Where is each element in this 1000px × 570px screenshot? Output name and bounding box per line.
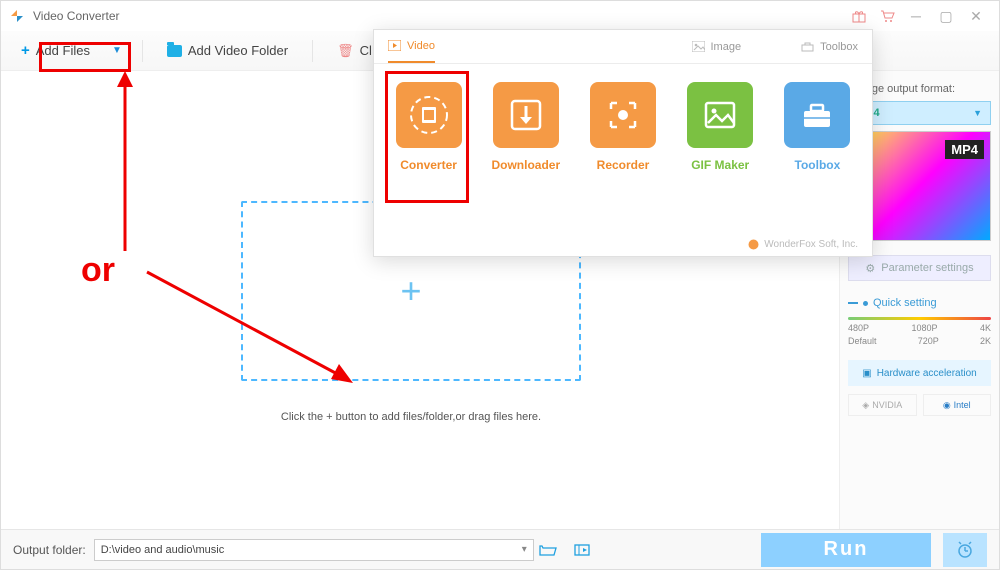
run-button[interactable]: Run: [761, 533, 931, 567]
tab-video[interactable]: Video: [388, 30, 435, 63]
wonderfox-icon: [748, 239, 759, 250]
annotation-or-text: or: [81, 251, 115, 290]
dropzone-plus-icon: +: [400, 270, 421, 312]
add-folder-button[interactable]: Add Video Folder: [159, 38, 296, 63]
nvidia-icon: ◈: [862, 400, 869, 411]
format-tag: MP4: [945, 140, 984, 159]
parameter-settings-label: Parameter settings: [881, 262, 973, 274]
annotation-highlight-add-files: [39, 42, 131, 72]
app-title: Video Converter: [33, 9, 120, 23]
tile-recorder[interactable]: Recorder: [586, 82, 659, 172]
parameter-settings-button[interactable]: ⚙ Parameter settings: [848, 255, 991, 281]
open-folder-button[interactable]: [535, 539, 561, 561]
hardware-accel-button[interactable]: ▣ Hardware acceleration: [848, 360, 991, 386]
merge-button[interactable]: [569, 539, 595, 561]
minimize-button[interactable]: ─: [901, 4, 931, 28]
annotation-highlight-converter: [385, 71, 469, 203]
toolbox-icon: [797, 95, 837, 135]
tab-image[interactable]: Image: [692, 30, 742, 63]
quality-labels-bottom: Default720P2K: [848, 336, 991, 346]
download-icon: [506, 95, 546, 135]
maximize-button[interactable]: ▢: [931, 4, 961, 28]
trash-icon: 🗑: [337, 43, 354, 59]
quality-slider[interactable]: [848, 317, 991, 320]
dropzone-hint: Click the + button to add files/folder,o…: [241, 411, 581, 423]
sliders-icon: ⚙: [865, 262, 875, 275]
output-folder-label: Output folder:: [13, 543, 86, 557]
tile-toolbox[interactable]: Toolbox: [781, 82, 854, 172]
tab-toolbox[interactable]: Toolbox: [801, 30, 858, 63]
vendor-nvidia: ◈NVIDIA: [848, 394, 917, 416]
vendor-row: ◈NVIDIA ◉Intel: [848, 394, 991, 416]
output-folder-input[interactable]: [94, 539, 534, 561]
cart-icon[interactable]: [873, 5, 901, 27]
quick-setting-label: Quick setting: [873, 297, 937, 309]
vendor-intel: ◉Intel: [923, 394, 992, 416]
schedule-button[interactable]: [943, 533, 987, 567]
add-folder-label: Add Video Folder: [188, 43, 288, 58]
tile-gif-maker[interactable]: GIF Maker: [684, 82, 757, 172]
intel-icon: ◉: [943, 400, 951, 411]
close-button[interactable]: ✕: [961, 4, 991, 28]
footer: Output folder: ▾ Run: [1, 529, 999, 569]
chip-icon: ▣: [862, 368, 871, 379]
popup-footer: WonderFox Soft, Inc.: [748, 239, 858, 250]
app-logo-icon: [9, 8, 25, 24]
hardware-accel-label: Hardware acceleration: [877, 368, 977, 379]
image-icon: [692, 41, 705, 52]
chevron-down-icon: ▼: [973, 108, 982, 118]
popup-tabs: Video Image Toolbox: [374, 30, 872, 64]
video-icon: [388, 40, 401, 51]
gift-icon[interactable]: [845, 5, 873, 27]
clear-label: Cl: [360, 43, 372, 58]
plus-icon: +: [21, 42, 30, 59]
tile-downloader[interactable]: Downloader: [489, 82, 562, 172]
quick-setting-header: Quick setting: [848, 297, 991, 309]
titlebar: Video Converter ─ ▢ ✕: [1, 1, 999, 31]
toolbox-tab-icon: [801, 41, 814, 52]
quality-labels-top: 480P1080P4K: [848, 323, 991, 333]
output-folder-dropdown-icon[interactable]: ▾: [522, 544, 527, 555]
recorder-icon: [603, 95, 643, 135]
folder-icon: [167, 45, 182, 57]
gif-icon: [700, 95, 740, 135]
